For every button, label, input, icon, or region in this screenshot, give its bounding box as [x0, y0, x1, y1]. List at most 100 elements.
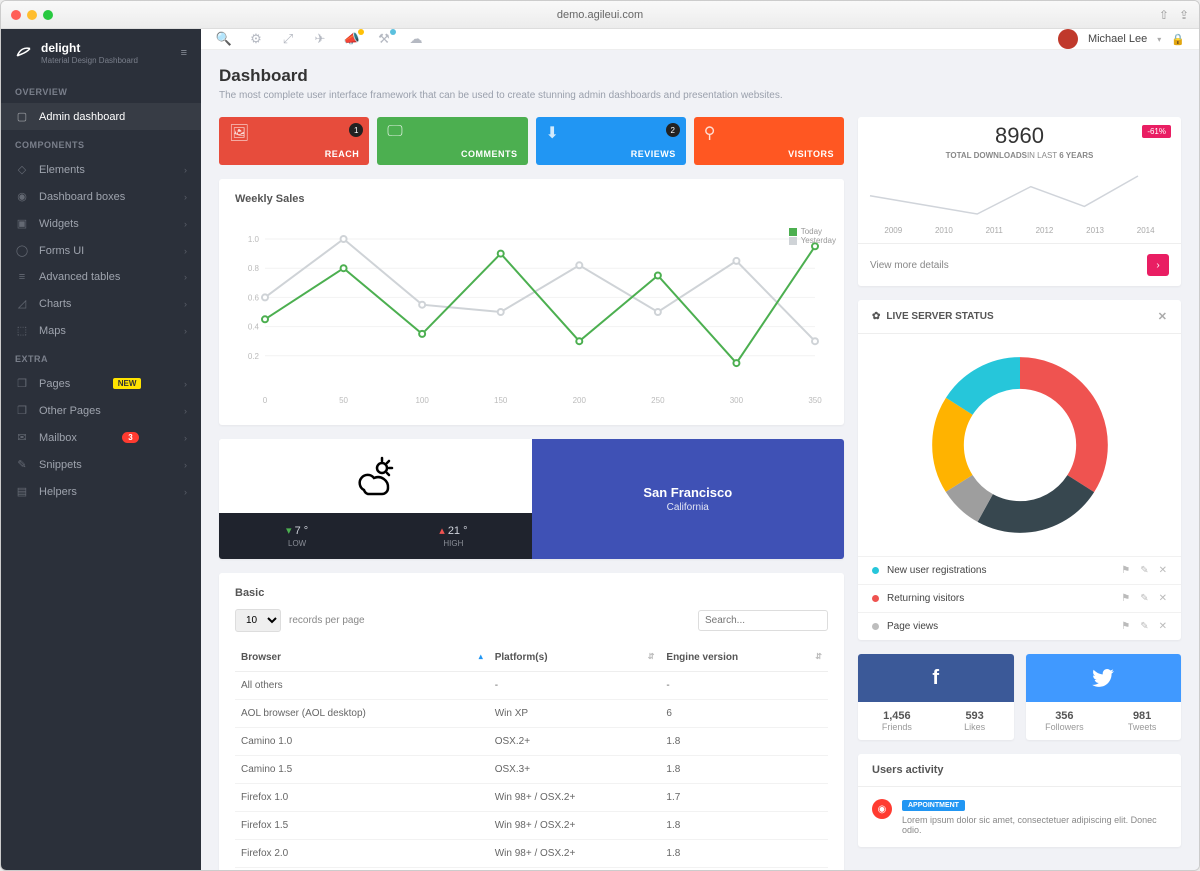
server-donut-chart — [925, 350, 1115, 540]
weather-high-label: HIGH — [443, 539, 463, 548]
chart-legend: Today Yesterday — [789, 227, 836, 245]
chevron-right-icon: › — [184, 379, 187, 389]
sidebar-item-advanced-tables[interactable]: ≡Advanced tables› — [1, 264, 201, 290]
minimize-window-button[interactable] — [27, 10, 37, 20]
twitter-card[interactable]: 356Followers 981Tweets — [1026, 654, 1182, 740]
svg-text:0.6: 0.6 — [248, 293, 260, 302]
search-icon[interactable]: 🔍 — [215, 31, 233, 47]
sidebar-item-snippets[interactable]: ✎Snippets› — [1, 451, 201, 478]
close-icon[interactable]: ✕ — [1158, 310, 1167, 323]
tile-comments[interactable]: 🖵COMMENTS — [377, 117, 527, 165]
cloud-icon[interactable]: ☁ — [407, 31, 425, 47]
close-icon[interactable]: ✕ — [1159, 593, 1167, 604]
table-row[interactable]: Firefox 1.0Win 98+ / OSX.2+1.7 — [235, 784, 828, 812]
per-page-label: records per page — [289, 615, 365, 626]
table-search-input[interactable] — [698, 610, 828, 631]
table-row[interactable]: Firefox 1.5Win 98+ / OSX.2+1.8 — [235, 812, 828, 840]
sidebar-item-charts[interactable]: ◿Charts› — [1, 290, 201, 317]
status-dot-icon — [872, 623, 879, 630]
chevron-right-icon: › — [184, 299, 187, 309]
table-row[interactable]: Firefox 3.0Win 2k+ / OSX.3+1.9 — [235, 868, 828, 871]
weather-card: ▾ 7 ° LOW ▴ 21 ° HIGH — [219, 439, 844, 559]
svg-text:0.8: 0.8 — [248, 264, 260, 273]
sidebar-item-maps[interactable]: ⬚Maps› — [1, 317, 201, 344]
view-more-button[interactable]: › — [1147, 254, 1169, 276]
col-engine-version[interactable]: Engine version⇵ — [660, 644, 828, 672]
brand-name: delight — [41, 41, 138, 55]
gear-icon[interactable]: ⚙ — [247, 31, 265, 47]
table-row[interactable]: Camino 1.0OSX.2+1.8 — [235, 728, 828, 756]
facebook-card[interactable]: f 1,456Friends 593Likes — [858, 654, 1014, 740]
tile-icon: 🖼 — [229, 123, 359, 143]
sidebar-item-helpers[interactable]: ▤Helpers› — [1, 478, 201, 505]
tile-badge: 2 — [666, 123, 680, 137]
reader-icon[interactable]: ⇧ — [1159, 8, 1169, 22]
weather-city: San Francisco — [643, 485, 732, 500]
close-window-button[interactable] — [11, 10, 21, 20]
edit-icon[interactable]: ✎ — [1140, 593, 1148, 604]
svg-text:150: 150 — [494, 396, 508, 405]
table-title: Basic — [235, 587, 828, 599]
topbar: 🔍 ⚙ ⤢ ✈ 📣 ⚒ ☁ Michael Lee ▾ 🔒 — [201, 29, 1199, 50]
maximize-window-button[interactable] — [43, 10, 53, 20]
tile-icon: ⚲ — [704, 123, 834, 143]
table-row[interactable]: AOL browser (AOL desktop)Win XP6 — [235, 700, 828, 728]
sidebar-item-pages[interactable]: ❐PagesNEW› — [1, 370, 201, 397]
tile-icon: ⬇ — [546, 123, 676, 143]
chevron-right-icon: › — [184, 165, 187, 175]
svg-text:300: 300 — [730, 396, 744, 405]
sidebar-item-admin-dashboard[interactable]: ▢Admin dashboard — [1, 103, 201, 130]
lock-icon[interactable]: 🔒 — [1171, 33, 1185, 46]
weekly-sales-chart: 0.20.40.60.81.0050100150200250300350 — [235, 229, 825, 409]
sidebar-item-forms-ui[interactable]: ◯Forms UI› — [1, 237, 201, 264]
edit-icon[interactable]: ✎ — [1140, 565, 1148, 576]
sidebar-item-dashboard-boxes[interactable]: ◉Dashboard boxes› — [1, 183, 201, 210]
user-name[interactable]: Michael Lee — [1088, 33, 1147, 45]
chevron-down-icon[interactable]: ▾ — [1157, 35, 1161, 44]
per-page-select[interactable]: 10 — [235, 609, 281, 632]
sidebar-item-widgets[interactable]: ▣Widgets› — [1, 210, 201, 237]
chevron-right-icon: › — [184, 326, 187, 336]
flag-icon[interactable]: ⚑ — [1121, 621, 1130, 632]
nav-badge: 3 — [122, 432, 138, 443]
table-row[interactable]: Firefox 2.0Win 98+ / OSX.2+1.8 — [235, 840, 828, 868]
sidebar-section-label: EXTRA — [1, 344, 201, 370]
chevron-right-icon: › — [184, 433, 187, 443]
view-more-link[interactable]: View more details — [870, 260, 949, 271]
avatar[interactable] — [1058, 29, 1078, 49]
tile-reviews[interactable]: ⬇REVIEWS2 — [536, 117, 686, 165]
settings-icon[interactable]: ⚒ — [375, 31, 393, 47]
megaphone-icon[interactable]: 📣 — [343, 31, 361, 47]
tile-visitors[interactable]: ⚲VISITORS — [694, 117, 844, 165]
send-icon[interactable]: ✈ — [311, 31, 329, 47]
svg-text:0: 0 — [263, 396, 268, 405]
flag-icon[interactable]: ⚑ — [1121, 565, 1130, 576]
table-row[interactable]: Camino 1.5OSX.3+1.8 — [235, 756, 828, 784]
svg-text:200: 200 — [573, 396, 587, 405]
nav-icon: ◿ — [15, 297, 29, 310]
downloads-badge: -61% — [1142, 125, 1171, 138]
col-platform-s-[interactable]: Platform(s)⇵ — [489, 644, 661, 672]
page-subtitle: The most complete user interface framewo… — [219, 90, 1181, 101]
expand-icon[interactable]: ⤢ — [279, 31, 297, 47]
sidebar-item-elements[interactable]: ◇Elements› — [1, 156, 201, 183]
data-table: Browser▴Platform(s)⇵Engine version⇵ All … — [235, 644, 828, 870]
svg-text:0.2: 0.2 — [248, 352, 260, 361]
col-browser[interactable]: Browser▴ — [235, 644, 489, 672]
share-icon[interactable]: ⇪ — [1179, 8, 1189, 22]
sidebar-item-mailbox[interactable]: ✉Mailbox3› — [1, 424, 201, 451]
tile-reach[interactable]: 🖼REACH1 — [219, 117, 369, 165]
address-bar[interactable]: demo.agileui.com — [557, 9, 643, 21]
table-row[interactable]: All others-- — [235, 672, 828, 700]
sidebar-toggle-icon[interactable]: ≡ — [181, 47, 187, 59]
tile-badge: 1 — [349, 123, 363, 137]
server-status-title: LIVE SERVER STATUS — [886, 311, 993, 322]
weather-low-label: LOW — [288, 539, 306, 548]
nav-icon: ◉ — [15, 190, 29, 203]
edit-icon[interactable]: ✎ — [1140, 621, 1148, 632]
flag-icon[interactable]: ⚑ — [1121, 593, 1130, 604]
close-icon[interactable]: ✕ — [1159, 621, 1167, 632]
chevron-right-icon: › — [184, 406, 187, 416]
close-icon[interactable]: ✕ — [1159, 565, 1167, 576]
sidebar-item-other-pages[interactable]: ❐Other Pages› — [1, 397, 201, 424]
